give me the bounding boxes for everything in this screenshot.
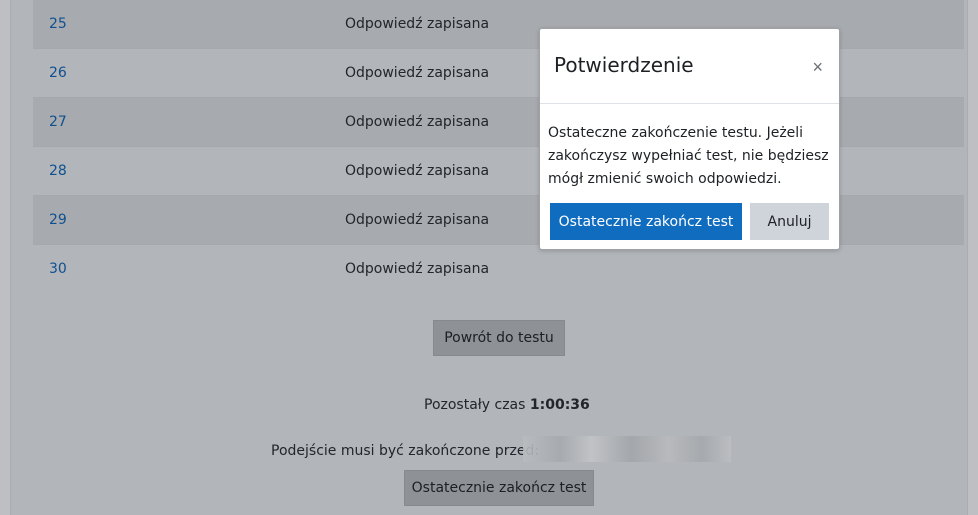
question-status: Odpowiedź zapisana [345,261,490,277]
close-icon[interactable]: × [812,57,823,78]
dialog-title: Potwierdzenie [554,53,694,77]
cancel-button[interactable]: Anuluj [750,203,829,240]
question-link[interactable]: 27 [49,98,67,146]
confirmation-dialog: Potwierdzenie × Ostateczne zakończenie t… [539,28,840,250]
time-remaining: Pozostały czas 1:00:36 [424,397,590,413]
question-status: Odpowiedź zapisana [345,16,490,32]
question-status: Odpowiedź zapisana [345,114,490,130]
time-remaining-label: Pozostały czas [424,397,526,413]
question-status: Odpowiedź zapisana [345,212,490,228]
deadline-value-redacted [523,436,731,462]
question-link[interactable]: 29 [49,196,67,244]
question-status: Odpowiedź zapisana [345,65,490,81]
dialog-message: Ostateczne zakończenie testu. Jeżeli zak… [548,125,829,187]
table-row: 30 Odpowiedź zapisana [33,245,964,293]
question-link[interactable]: 25 [49,0,67,48]
question-link[interactable]: 28 [49,147,67,195]
back-to-quiz-button[interactable]: Powrót do testu [433,320,565,356]
question-link[interactable]: 26 [49,49,67,97]
deadline-label: Podejście musi być zakończone przed: [271,443,540,459]
confirm-submit-button[interactable]: Ostatecznie zakończ test [550,203,742,240]
submit-all-button[interactable]: Ostatecznie zakończ test [404,470,594,506]
dialog-header: Potwierdzenie × [540,29,839,104]
question-link[interactable]: 30 [49,245,67,293]
time-remaining-value: 1:00:36 [529,397,590,413]
question-status: Odpowiedź zapisana [345,163,490,179]
